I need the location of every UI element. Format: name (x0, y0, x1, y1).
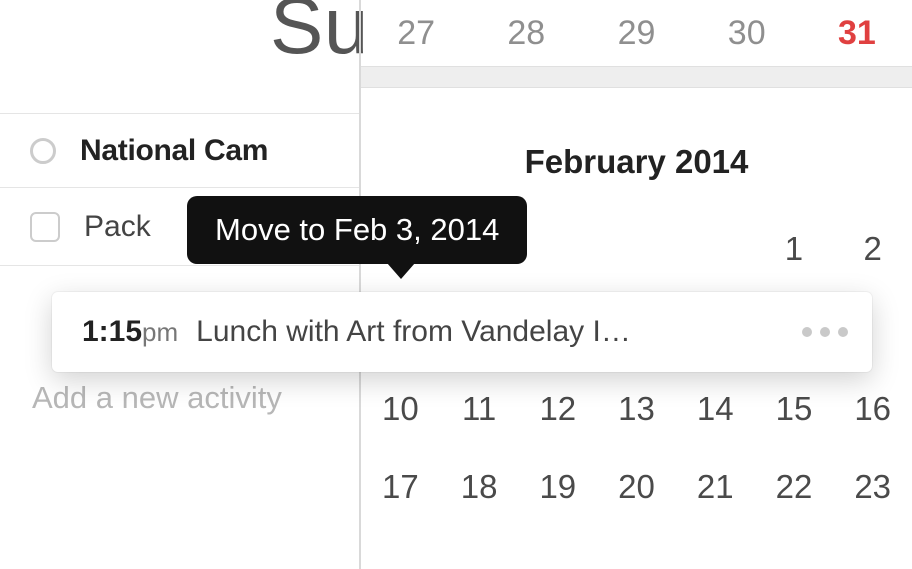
activity-pane: Su National Cam Pack Add a new activity (0, 0, 360, 569)
calendar-week-row: 10 11 12 13 14 15 16 (361, 376, 912, 438)
calendar-day[interactable]: 14 (676, 376, 755, 438)
calendar-day[interactable]: 15 (755, 376, 834, 438)
calendar-day[interactable]: 22 (755, 454, 834, 516)
task-label: Pack (84, 210, 151, 244)
calendar-day[interactable]: 28 (471, 0, 581, 63)
calendar-day[interactable]: 1 (755, 216, 834, 278)
calendar-day[interactable]: 21 (676, 454, 755, 516)
mini-calendar: 27 28 29 30 31 February 2014 1 2 10 11 1… (359, 0, 912, 569)
calendar-day[interactable]: 2 (833, 216, 912, 278)
task-checkbox[interactable] (30, 212, 60, 242)
status-indicator-icon (30, 138, 56, 164)
calendar-day[interactable]: 17 (361, 454, 440, 516)
activity-heading-label: National Cam (80, 134, 268, 168)
calendar-day[interactable]: 10 (361, 376, 440, 438)
calendar-day[interactable]: 11 (440, 376, 519, 438)
calendar-day[interactable]: 23 (833, 454, 912, 516)
event-title: Lunch with Art from Vandelay I… (196, 315, 786, 349)
calendar-day[interactable]: 20 (597, 454, 676, 516)
page-title: Su (270, 0, 369, 72)
calendar-day[interactable]: 13 (597, 376, 676, 438)
calendar-day[interactable]: 18 (440, 454, 519, 516)
drop-target-tooltip: Move to Feb 3, 2014 (187, 196, 527, 264)
add-activity-input[interactable]: Add a new activity (32, 380, 282, 416)
calendar-day-today[interactable]: 31 (802, 0, 912, 63)
dragged-event-card[interactable]: 1:15pm Lunch with Art from Vandelay I… (52, 292, 872, 372)
calendar-day[interactable]: 30 (692, 0, 802, 63)
event-time: 1:15pm (82, 315, 178, 349)
calendar-day[interactable]: 29 (581, 0, 691, 63)
calendar-day[interactable]: 12 (518, 376, 597, 438)
event-time-value: 1:15 (82, 315, 142, 348)
event-time-suffix: pm (142, 317, 178, 347)
more-icon[interactable] (802, 327, 848, 337)
calendar-week-row: 17 18 19 20 21 22 23 (361, 454, 912, 516)
calendar-month-label: February 2014 (361, 143, 912, 181)
calendar-prev-month-trailing: 27 28 29 30 31 (361, 0, 912, 63)
calendar-divider (361, 66, 912, 88)
activity-heading-row[interactable]: National Cam (0, 113, 360, 188)
calendar-day[interactable]: 16 (833, 376, 912, 438)
calendar-day[interactable]: 19 (518, 454, 597, 516)
calendar-day[interactable]: 27 (361, 0, 471, 63)
